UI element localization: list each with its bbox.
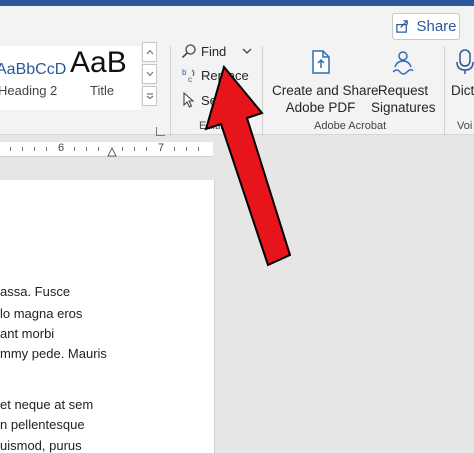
signature-icon <box>392 51 414 75</box>
gallery-scroll-down[interactable] <box>142 64 157 84</box>
microphone-icon <box>456 49 474 74</box>
request-signatures-button[interactable]: Request Signatures <box>371 48 436 116</box>
document-page[interactable]: assa. Fusce lo magna eros ant morbi mmy … <box>0 180 215 453</box>
ruler-tick <box>174 147 175 151</box>
select-label: Select <box>201 92 238 108</box>
svg-text:b: b <box>182 68 187 77</box>
styles-gallery: AaBbCcD Heading 2 AaB Title <box>0 46 141 110</box>
dictate-label: Dict <box>451 83 474 98</box>
chevron-down-icon <box>146 71 153 77</box>
ruler-tick <box>10 147 11 151</box>
document-line: mmy pede. Mauris <box>0 346 107 361</box>
find-label: Find <box>201 43 227 59</box>
document-line: assa. Fusce <box>0 284 71 299</box>
share-button[interactable]: Share <box>392 13 460 40</box>
create-share-pdf-button[interactable]: Create and Share Adobe PDF <box>272 48 379 116</box>
select-button[interactable]: Select <box>181 89 237 111</box>
request-label-2: Signatures <box>371 100 436 115</box>
style-preview-heading-2: AaBbCcD <box>0 61 67 78</box>
horizontal-ruler[interactable]: 6 7 <box>0 142 213 157</box>
ruler-number: 6 <box>58 142 65 154</box>
gallery-more[interactable] <box>142 86 157 106</box>
gallery-scroll-up[interactable] <box>142 42 157 62</box>
style-name-heading-2: Heading 2 <box>0 83 58 98</box>
ruler-tick <box>34 147 35 151</box>
more-styles-icon <box>146 93 153 99</box>
indent-marker-icon[interactable] <box>107 147 117 157</box>
editing-group-label: Editing <box>199 120 233 132</box>
request-label-1: Request <box>377 83 429 98</box>
ruler-tick <box>86 147 87 151</box>
replace-icon: b c <box>182 68 195 83</box>
style-preview-title: AaB <box>70 46 127 79</box>
dictate-button[interactable]: Dict <box>451 48 474 99</box>
document-line: n pellentesque <box>0 417 85 432</box>
ruler-area: 6 7 <box>0 142 474 158</box>
ruler-tick <box>134 147 135 151</box>
ruler-tick <box>98 147 99 151</box>
ruler-tick <box>122 147 123 151</box>
style-name-title: Title <box>90 83 115 98</box>
ruler-tick <box>46 147 47 151</box>
pdf-share-icon <box>311 50 330 74</box>
divider <box>444 46 445 136</box>
styles-dialog-launcher[interactable] <box>156 127 165 136</box>
divider <box>262 46 263 136</box>
find-button[interactable]: Find <box>181 40 252 62</box>
ribbon: Share AaBbCcD Heading 2 AaB Title Find b… <box>0 6 474 136</box>
create-share-label-2: Adobe PDF <box>285 100 356 115</box>
divider <box>170 46 171 136</box>
chevron-up-icon <box>146 49 153 55</box>
svg-text:c: c <box>188 75 192 83</box>
share-icon <box>396 20 409 33</box>
document-line: uismod, purus <box>0 438 82 453</box>
ruler-tick <box>74 147 75 151</box>
create-share-label-1: Create and Share <box>272 83 379 98</box>
document-line: lo magna eros <box>0 306 83 321</box>
ruler-tick <box>186 147 187 151</box>
cursor-icon <box>183 92 195 108</box>
replace-button[interactable]: b c Replace <box>181 64 249 86</box>
search-icon <box>181 44 196 59</box>
ruler-tick <box>198 147 199 151</box>
adobe-acrobat-group-label: Adobe Acrobat <box>314 120 387 132</box>
document-line: et neque at sem <box>0 397 94 412</box>
ruler-tick <box>22 147 23 151</box>
ruler-tick <box>146 147 147 151</box>
replace-label: Replace <box>201 67 249 83</box>
share-label: Share <box>416 18 457 35</box>
document-line: ant morbi <box>0 326 55 341</box>
chevron-down-icon <box>242 48 252 54</box>
ruler-number: 7 <box>158 142 165 154</box>
voice-group-label: Voi <box>457 120 473 132</box>
